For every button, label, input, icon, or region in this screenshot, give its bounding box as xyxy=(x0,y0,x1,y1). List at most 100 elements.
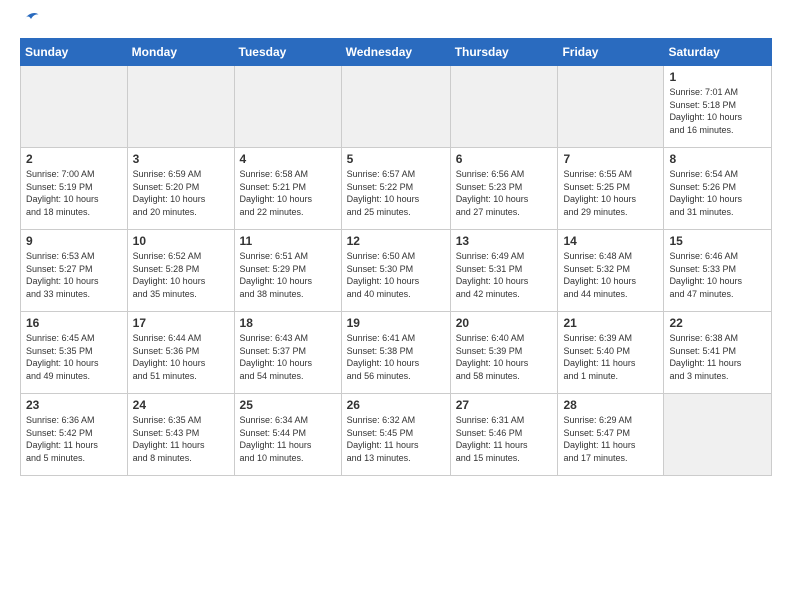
calendar-cell: 28 Sunrise: 6:29 AM Sunset: 5:47 PM Dayli… xyxy=(558,394,664,476)
day-number: 3 xyxy=(133,152,229,166)
day-number: 27 xyxy=(456,398,553,412)
week-row-3: 9 Sunrise: 6:53 AM Sunset: 5:27 PM Daylig… xyxy=(21,230,772,312)
day-info: Sunrise: 6:49 AM Sunset: 5:31 PM Dayligh… xyxy=(456,250,553,300)
calendar-cell xyxy=(664,394,772,476)
weekday-sunday: Sunday xyxy=(21,39,128,66)
day-info: Sunrise: 6:56 AM Sunset: 5:23 PM Dayligh… xyxy=(456,168,553,218)
day-number: 8 xyxy=(669,152,766,166)
day-info: Sunrise: 6:35 AM Sunset: 5:43 PM Dayligh… xyxy=(133,414,229,464)
weekday-monday: Monday xyxy=(127,39,234,66)
day-number: 14 xyxy=(563,234,658,248)
day-number: 23 xyxy=(26,398,122,412)
day-number: 16 xyxy=(26,316,122,330)
day-number: 6 xyxy=(456,152,553,166)
weekday-thursday: Thursday xyxy=(450,39,558,66)
day-info: Sunrise: 6:34 AM Sunset: 5:44 PM Dayligh… xyxy=(240,414,336,464)
day-info: Sunrise: 7:01 AM Sunset: 5:18 PM Dayligh… xyxy=(669,86,766,136)
day-info: Sunrise: 6:58 AM Sunset: 5:21 PM Dayligh… xyxy=(240,168,336,218)
day-number: 2 xyxy=(26,152,122,166)
day-info: Sunrise: 6:54 AM Sunset: 5:26 PM Dayligh… xyxy=(669,168,766,218)
calendar-cell: 10 Sunrise: 6:52 AM Sunset: 5:28 PM Dayli… xyxy=(127,230,234,312)
day-info: Sunrise: 6:46 AM Sunset: 5:33 PM Dayligh… xyxy=(669,250,766,300)
calendar-cell: 22 Sunrise: 6:38 AM Sunset: 5:41 PM Dayli… xyxy=(664,312,772,394)
day-number: 17 xyxy=(133,316,229,330)
page: SundayMondayTuesdayWednesdayThursdayFrid… xyxy=(0,0,792,612)
calendar-cell: 8 Sunrise: 6:54 AM Sunset: 5:26 PM Daylig… xyxy=(664,148,772,230)
day-info: Sunrise: 6:29 AM Sunset: 5:47 PM Dayligh… xyxy=(563,414,658,464)
day-number: 26 xyxy=(347,398,445,412)
day-info: Sunrise: 6:43 AM Sunset: 5:37 PM Dayligh… xyxy=(240,332,336,382)
week-row-4: 16 Sunrise: 6:45 AM Sunset: 5:35 PM Dayli… xyxy=(21,312,772,394)
day-number: 10 xyxy=(133,234,229,248)
day-number: 24 xyxy=(133,398,229,412)
calendar-cell xyxy=(127,66,234,148)
weekday-wednesday: Wednesday xyxy=(341,39,450,66)
calendar-cell: 26 Sunrise: 6:32 AM Sunset: 5:45 PM Dayli… xyxy=(341,394,450,476)
calendar-cell: 17 Sunrise: 6:44 AM Sunset: 5:36 PM Dayli… xyxy=(127,312,234,394)
calendar-cell: 19 Sunrise: 6:41 AM Sunset: 5:38 PM Dayli… xyxy=(341,312,450,394)
calendar-cell: 21Sunrise: 6:39 AM Sunset: 5:40 PM Dayli… xyxy=(558,312,664,394)
week-row-2: 2 Sunrise: 7:00 AM Sunset: 5:19 PM Daylig… xyxy=(21,148,772,230)
calendar-cell: 4 Sunrise: 6:58 AM Sunset: 5:21 PM Daylig… xyxy=(234,148,341,230)
day-info: Sunrise: 6:32 AM Sunset: 5:45 PM Dayligh… xyxy=(347,414,445,464)
calendar-cell: 14 Sunrise: 6:48 AM Sunset: 5:32 PM Dayli… xyxy=(558,230,664,312)
day-info: Sunrise: 6:51 AM Sunset: 5:29 PM Dayligh… xyxy=(240,250,336,300)
weekday-tuesday: Tuesday xyxy=(234,39,341,66)
calendar-cell: 9 Sunrise: 6:53 AM Sunset: 5:27 PM Daylig… xyxy=(21,230,128,312)
day-info: Sunrise: 6:44 AM Sunset: 5:36 PM Dayligh… xyxy=(133,332,229,382)
calendar-table: SundayMondayTuesdayWednesdayThursdayFrid… xyxy=(20,38,772,476)
week-row-1: 1 Sunrise: 7:01 AM Sunset: 5:18 PM Daylig… xyxy=(21,66,772,148)
calendar-cell: 11 Sunrise: 6:51 AM Sunset: 5:29 PM Dayli… xyxy=(234,230,341,312)
calendar-cell xyxy=(450,66,558,148)
day-number: 4 xyxy=(240,152,336,166)
day-info: Sunrise: 6:31 AM Sunset: 5:46 PM Dayligh… xyxy=(456,414,553,464)
day-info: Sunrise: 6:53 AM Sunset: 5:27 PM Dayligh… xyxy=(26,250,122,300)
day-info: Sunrise: 6:45 AM Sunset: 5:35 PM Dayligh… xyxy=(26,332,122,382)
day-info: Sunrise: 6:36 AM Sunset: 5:42 PM Dayligh… xyxy=(26,414,122,464)
day-number: 11 xyxy=(240,234,336,248)
calendar-cell xyxy=(234,66,341,148)
calendar-cell: 12Sunrise: 6:50 AM Sunset: 5:30 PM Dayli… xyxy=(341,230,450,312)
day-number: 25 xyxy=(240,398,336,412)
calendar-cell: 5 Sunrise: 6:57 AM Sunset: 5:22 PM Daylig… xyxy=(341,148,450,230)
calendar-cell: 6 Sunrise: 6:56 AM Sunset: 5:23 PM Daylig… xyxy=(450,148,558,230)
weekday-header-row: SundayMondayTuesdayWednesdayThursdayFrid… xyxy=(21,39,772,66)
calendar-cell: 25 Sunrise: 6:34 AM Sunset: 5:44 PM Dayli… xyxy=(234,394,341,476)
weekday-friday: Friday xyxy=(558,39,664,66)
day-number: 21 xyxy=(563,316,658,330)
calendar-cell: 20 Sunrise: 6:40 AM Sunset: 5:39 PM Dayli… xyxy=(450,312,558,394)
day-info: Sunrise: 6:40 AM Sunset: 5:39 PM Dayligh… xyxy=(456,332,553,382)
logo-bird-icon xyxy=(22,10,40,28)
day-info: Sunrise: 7:00 AM Sunset: 5:19 PM Dayligh… xyxy=(26,168,122,218)
day-info: Sunrise: 6:57 AM Sunset: 5:22 PM Dayligh… xyxy=(347,168,445,218)
day-number: 9 xyxy=(26,234,122,248)
day-number: 1 xyxy=(669,70,766,84)
calendar-cell: 15 Sunrise: 6:46 AM Sunset: 5:33 PM Dayli… xyxy=(664,230,772,312)
day-number: 5 xyxy=(347,152,445,166)
calendar-cell: 16 Sunrise: 6:45 AM Sunset: 5:35 PM Dayli… xyxy=(21,312,128,394)
day-info: Sunrise: 6:41 AM Sunset: 5:38 PM Dayligh… xyxy=(347,332,445,382)
day-info: Sunrise: 6:38 AM Sunset: 5:41 PM Dayligh… xyxy=(669,332,766,382)
logo xyxy=(20,18,40,28)
calendar-cell xyxy=(21,66,128,148)
calendar-cell: 27 Sunrise: 6:31 AM Sunset: 5:46 PM Dayli… xyxy=(450,394,558,476)
day-number: 15 xyxy=(669,234,766,248)
calendar-cell xyxy=(341,66,450,148)
day-number: 18 xyxy=(240,316,336,330)
day-number: 22 xyxy=(669,316,766,330)
day-info: Sunrise: 6:55 AM Sunset: 5:25 PM Dayligh… xyxy=(563,168,658,218)
day-number: 20 xyxy=(456,316,553,330)
day-number: 13 xyxy=(456,234,553,248)
day-info: Sunrise: 6:50 AM Sunset: 5:30 PM Dayligh… xyxy=(347,250,445,300)
day-number: 7 xyxy=(563,152,658,166)
day-info: Sunrise: 6:59 AM Sunset: 5:20 PM Dayligh… xyxy=(133,168,229,218)
calendar-cell: 18 Sunrise: 6:43 AM Sunset: 5:37 PM Dayli… xyxy=(234,312,341,394)
day-info: Sunrise: 6:48 AM Sunset: 5:32 PM Dayligh… xyxy=(563,250,658,300)
calendar-cell xyxy=(558,66,664,148)
day-number: 28 xyxy=(563,398,658,412)
calendar-cell: 2 Sunrise: 7:00 AM Sunset: 5:19 PM Daylig… xyxy=(21,148,128,230)
day-number: 19 xyxy=(347,316,445,330)
calendar-cell: 7 Sunrise: 6:55 AM Sunset: 5:25 PM Daylig… xyxy=(558,148,664,230)
week-row-5: 23 Sunrise: 6:36 AM Sunset: 5:42 PM Dayli… xyxy=(21,394,772,476)
day-info: Sunrise: 6:52 AM Sunset: 5:28 PM Dayligh… xyxy=(133,250,229,300)
